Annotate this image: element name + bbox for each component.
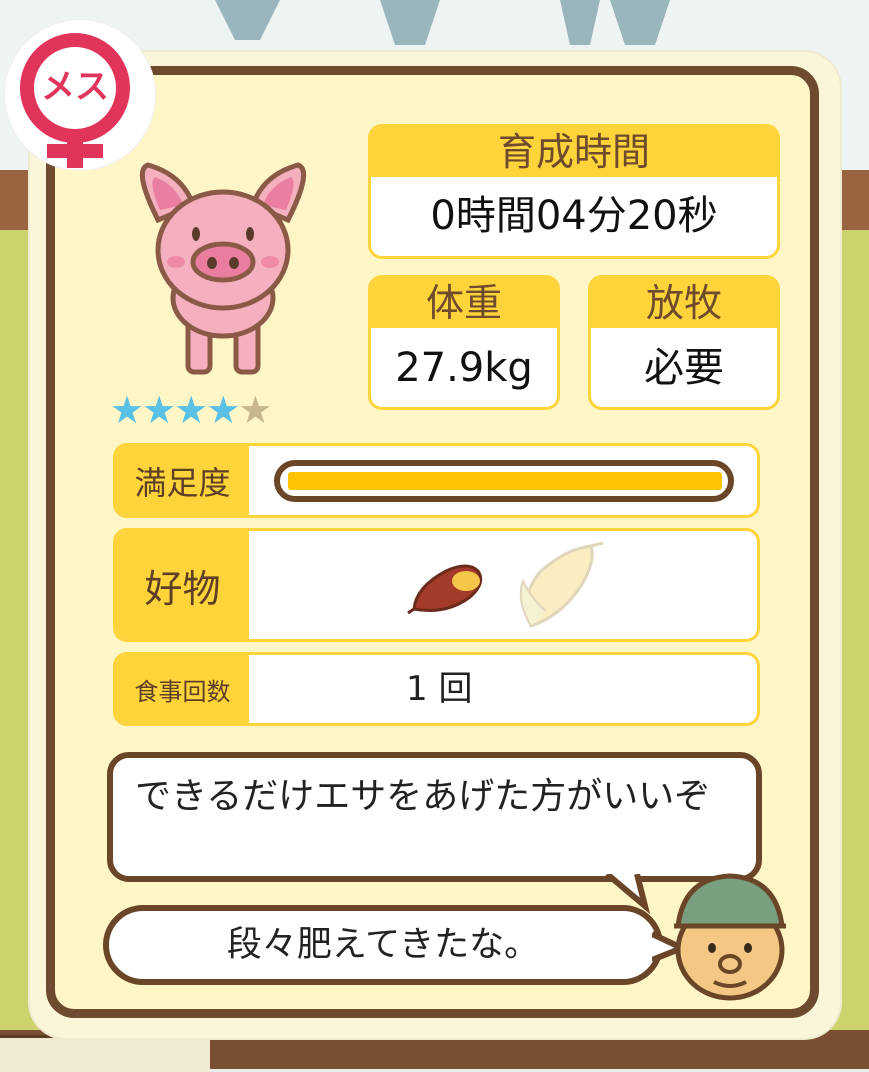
- grazing-value: 必要: [644, 345, 724, 391]
- gender-label: メス: [41, 67, 109, 107]
- growth-time-value: 0時間04分20秒: [430, 193, 718, 239]
- gender-badge: メス: [5, 20, 155, 170]
- meal-count-row: 食事回数 1 回: [113, 652, 760, 726]
- comment-bubble: 段々肥えてきたな。: [103, 905, 663, 985]
- weight-label: 体重: [371, 278, 557, 328]
- satisfaction-bar-fill: [288, 472, 722, 490]
- corn-icon: [519, 541, 604, 628]
- star-filled-icon: ★: [174, 388, 208, 432]
- favorites-row: 好物: [113, 528, 760, 642]
- sweet-potato-icon: [407, 564, 483, 615]
- growth-time-label: 育成時間: [371, 127, 777, 177]
- grazing-box: 放牧 必要: [588, 275, 780, 410]
- pig-illustration: [139, 162, 307, 375]
- weight-value: 27.9kg: [395, 345, 533, 391]
- star-filled-icon: ★: [206, 388, 240, 432]
- advice-bubble: できるだけエサをあげた方がいいぞ: [107, 752, 762, 882]
- weight-box: 体重 27.9kg: [368, 275, 560, 410]
- meal-count-value: 1 回: [406, 669, 473, 709]
- advice-text: できるだけエサをあげた方がいいぞ: [135, 776, 711, 817]
- star-filled-icon: ★: [110, 388, 144, 432]
- background-signboard: [0, 1035, 210, 1072]
- comment-text: 段々肥えてきたな。: [226, 925, 540, 965]
- star-empty-icon: ★: [238, 388, 272, 432]
- grazing-label: 放牧: [591, 278, 777, 328]
- farmer-avatar-icon: [674, 873, 786, 1001]
- favorites-label: 好物: [116, 531, 249, 639]
- meal-count-label: 食事回数: [116, 655, 249, 723]
- satisfaction-label: 満足度: [116, 446, 249, 515]
- rating-stars: ★★★★★: [110, 388, 272, 432]
- satisfaction-row: 満足度: [113, 443, 760, 518]
- satisfaction-bar: [274, 460, 734, 502]
- star-filled-icon: ★: [142, 388, 176, 432]
- growth-time-box: 育成時間 0時間04分20秒: [368, 124, 780, 259]
